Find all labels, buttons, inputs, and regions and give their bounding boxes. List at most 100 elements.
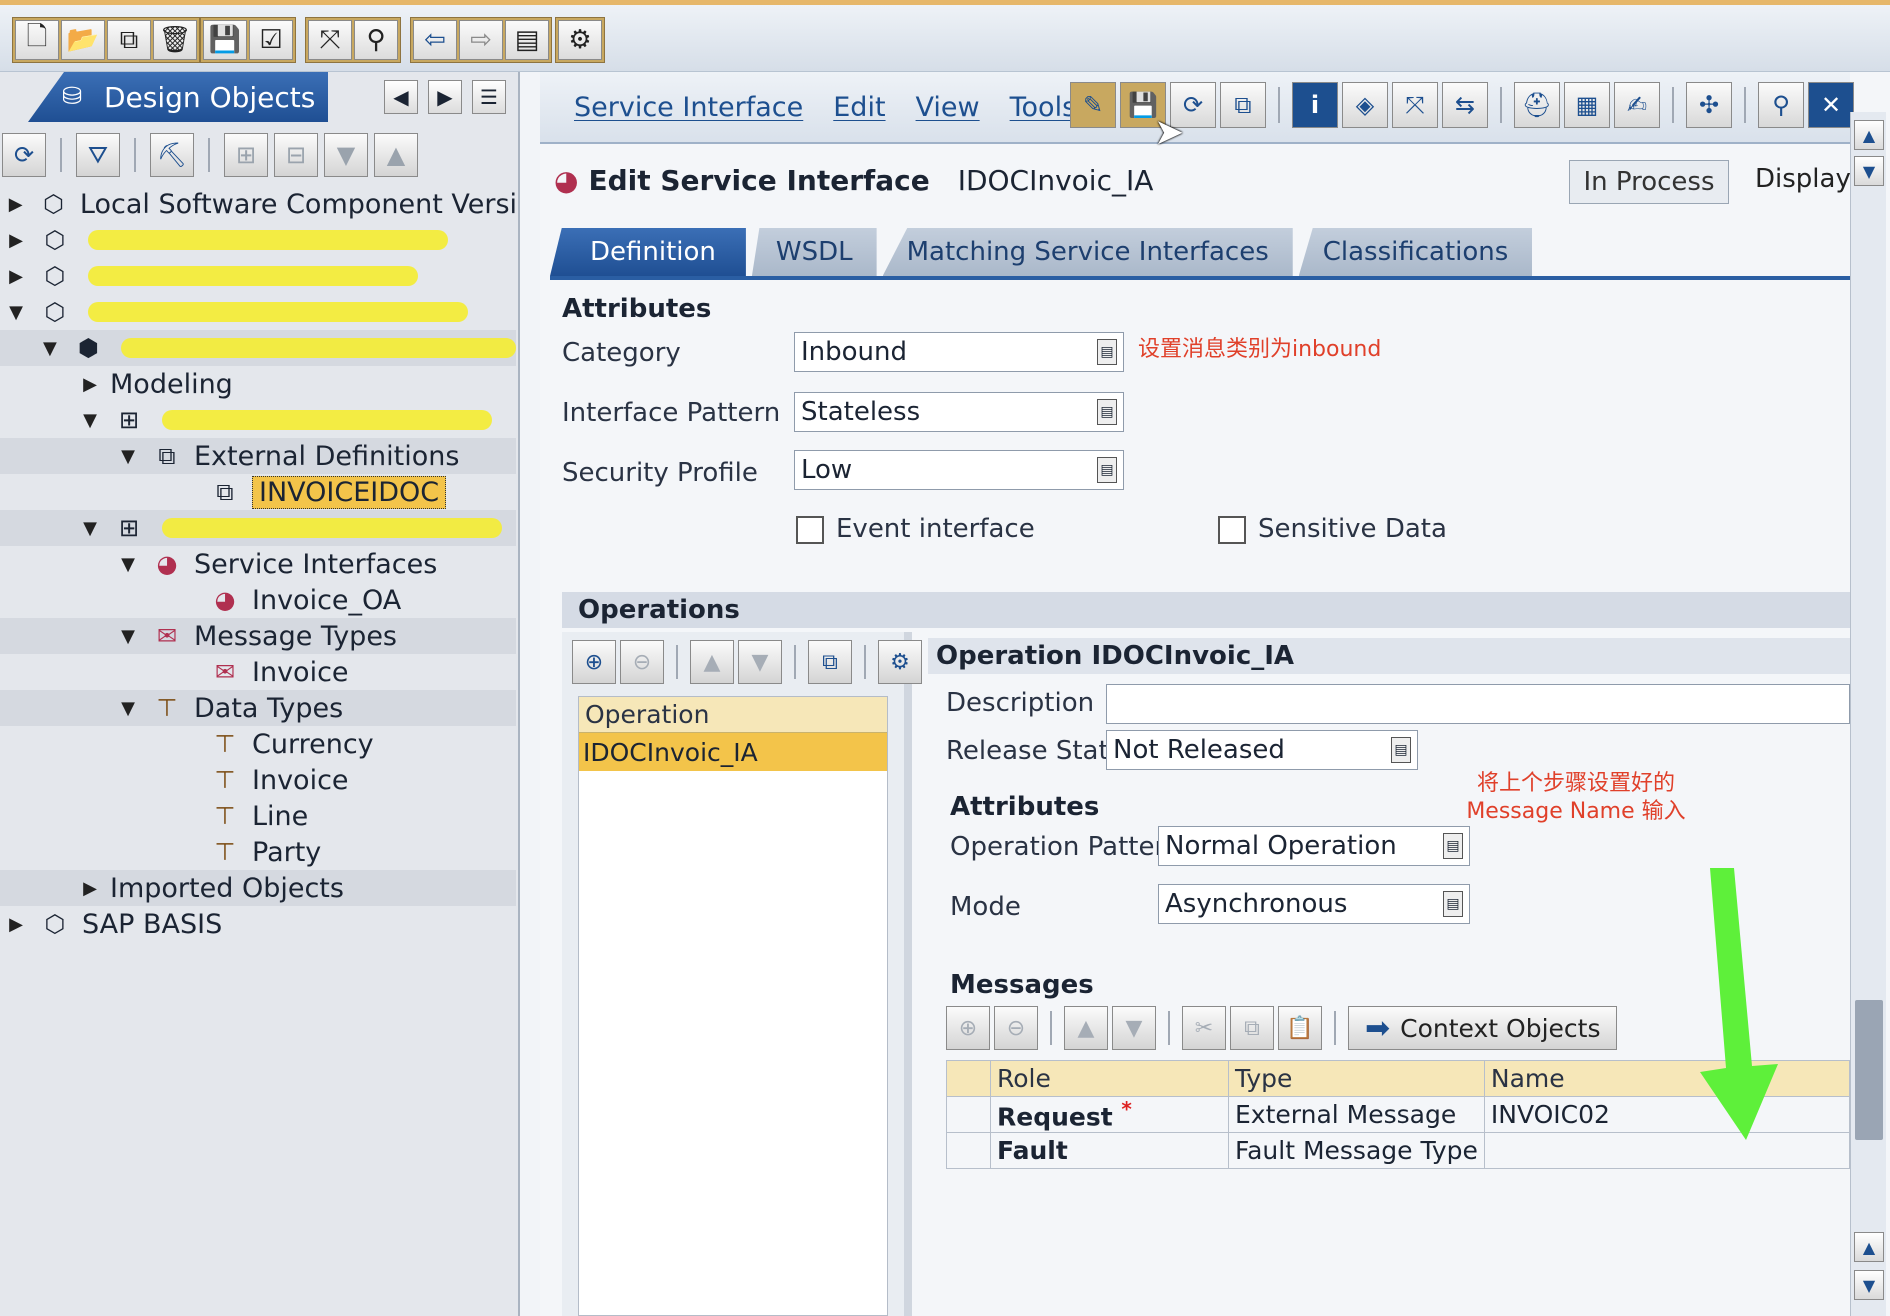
operation-settings-icon[interactable]: ⚙ <box>878 640 922 684</box>
filter-icon[interactable]: ⛛ <box>76 133 120 177</box>
network-icon[interactable]: ✣ <box>1686 82 1732 128</box>
compare-icon[interactable]: ⇆ <box>1442 82 1488 128</box>
find-binoculars-icon[interactable]: ⛏ <box>150 133 194 177</box>
expanded-arrow-icon[interactable]: ▼ <box>40 338 60 359</box>
sensitive-data-checkbox[interactable] <box>1218 516 1246 544</box>
collapsed-arrow-icon[interactable]: ▶ <box>6 194 25 215</box>
tree-item[interactable]: ▼ ⊞ <box>0 402 516 438</box>
scroll-up-bottom-icon[interactable]: ▲ <box>1854 1232 1884 1262</box>
menu-edit[interactable]: Edit <box>833 92 885 123</box>
tab-classifications[interactable]: Classifications <box>1298 228 1533 276</box>
tree-item[interactable]: ⊤ Invoice <box>0 762 516 798</box>
move-down-icon[interactable]: ▼ <box>324 133 368 177</box>
forward-arrow-icon[interactable]: ⇨ <box>459 20 503 60</box>
delete-icon[interactable]: 🗑 <box>153 20 197 60</box>
name-cell[interactable] <box>1483 1132 1851 1169</box>
tree-item[interactable]: ▶ ⬡ Local Software Component Versio <box>0 186 516 222</box>
delete-row-icon[interactable]: ⊖ <box>620 640 664 684</box>
security-profile-select[interactable]: Low ▤ <box>794 450 1124 490</box>
activate-icon[interactable]: ⛑ <box>1514 82 1560 128</box>
mode-select[interactable]: Asynchronous ▤ <box>1158 884 1470 924</box>
expand-all-icon[interactable]: ⊞ <box>224 133 268 177</box>
menu-view[interactable]: View <box>916 92 980 123</box>
tree-item[interactable]: ▶ ⬡ SAP BASIS <box>0 906 516 942</box>
tree-item[interactable]: ▼ ⬡ <box>0 294 516 330</box>
table-icon[interactable]: ▦ <box>1564 82 1610 128</box>
expanded-arrow-icon[interactable]: ▼ <box>6 302 26 323</box>
info-icon[interactable]: i <box>1292 82 1338 128</box>
dropdown-icon[interactable]: ▤ <box>1097 399 1117 425</box>
tree-item[interactable]: ⊤ Currency <box>0 726 516 762</box>
tree-item[interactable]: ▶ ⬡ <box>0 258 516 294</box>
pin-icon[interactable]: ⚲ <box>1758 82 1804 128</box>
history-list-icon[interactable]: ▤ <box>505 20 549 60</box>
tree-item[interactable]: ▼ ◕ Service Interfaces <box>0 546 516 582</box>
tab-list-icon[interactable]: ☰ <box>472 80 506 114</box>
display-label[interactable]: Display <box>1755 164 1851 194</box>
move-up-icon[interactable]: ▲ <box>374 133 418 177</box>
tree-item[interactable]: ✉ Invoice <box>0 654 516 690</box>
edit-pencil-icon[interactable]: ✎ <box>1070 82 1116 128</box>
open-folder-icon[interactable]: 📂 <box>61 20 105 60</box>
row-selector[interactable] <box>946 1132 991 1169</box>
refresh-icon[interactable]: ⟳ <box>2 133 46 177</box>
eraser-icon[interactable]: ◈ <box>1342 82 1388 128</box>
collapse-all-icon[interactable]: ⊟ <box>274 133 318 177</box>
where-used-icon[interactable]: ⚲ <box>354 20 398 60</box>
copy-icon[interactable]: ⧉ <box>1230 1006 1274 1050</box>
interface-pattern-select[interactable]: Stateless ▤ <box>794 392 1124 432</box>
tree-item[interactable]: ▶ Imported Objects <box>0 870 516 906</box>
expanded-arrow-icon[interactable]: ▼ <box>118 446 138 467</box>
tree-item[interactable]: ▼ ⧉ External Definitions <box>0 438 516 474</box>
scroll-thumb[interactable] <box>1855 1000 1883 1140</box>
name-cell[interactable]: INVOIC02 <box>1483 1096 1851 1133</box>
context-objects-button[interactable]: ➡ Context Objects <box>1348 1006 1618 1050</box>
dropdown-icon[interactable]: ▤ <box>1097 457 1117 483</box>
menu-service-interface[interactable]: Service Interface <box>574 92 803 123</box>
right-scroll-icon[interactable]: ▶ <box>428 80 462 114</box>
collapsed-arrow-icon[interactable]: ▶ <box>6 266 26 287</box>
move-down-icon[interactable]: ▼ <box>1112 1006 1156 1050</box>
save-all-icon[interactable]: 💾 <box>203 20 247 60</box>
tab-matching-service-interfaces[interactable]: Matching Service Interfaces <box>882 228 1293 276</box>
operation-pattern-select[interactable]: Normal Operation ▤ <box>1158 826 1470 866</box>
paste-icon[interactable]: 📋 <box>1278 1006 1322 1050</box>
check-icon[interactable]: ☑ <box>249 20 293 60</box>
add-row-icon[interactable]: ⊕ <box>572 640 616 684</box>
left-scroll-icon[interactable]: ◀ <box>384 80 418 114</box>
add-message-icon[interactable]: ⊕ <box>946 1006 990 1050</box>
back-arrow-icon[interactable]: ⇦ <box>413 20 457 60</box>
tab-wsdl[interactable]: WSDL <box>751 228 877 276</box>
release-state-select[interactable]: Not Released ▤ <box>1106 730 1418 770</box>
menu-tools[interactable]: Tools <box>1010 92 1077 123</box>
tree-item[interactable]: ▶ Modeling <box>0 366 516 402</box>
category-select[interactable]: Inbound ▤ <box>794 332 1124 372</box>
tree-item[interactable]: ▼ ⬢ <box>0 330 516 366</box>
dropdown-icon[interactable]: ▤ <box>1443 833 1463 859</box>
collapsed-arrow-icon[interactable]: ▶ <box>6 914 26 935</box>
expanded-arrow-icon[interactable]: ▼ <box>80 410 100 431</box>
type-cell[interactable]: External Message <box>1228 1096 1485 1133</box>
operation-row[interactable]: IDOCInvoic_IA <box>579 733 887 771</box>
tree-item[interactable]: ⧉ INVOICEIDOC <box>0 474 516 510</box>
copy-object-icon[interactable]: ⧉ <box>107 20 151 60</box>
tree-item[interactable]: ▼ ⊞ <box>0 510 516 546</box>
collapsed-arrow-icon[interactable]: ▶ <box>80 374 100 395</box>
navigate-icon[interactable]: ⤧ <box>308 20 352 60</box>
new-object-icon[interactable]: 🗋 <box>15 20 59 60</box>
type-cell[interactable]: Fault Message Type <box>1228 1132 1485 1169</box>
cut-icon[interactable]: ✂ <box>1182 1006 1226 1050</box>
expanded-arrow-icon[interactable]: ▼ <box>80 518 100 539</box>
move-up-icon[interactable]: ▲ <box>690 640 734 684</box>
event-interface-checkbox[interactable] <box>796 516 824 544</box>
tree-item[interactable]: ▼ ⊤ Data Types <box>0 690 516 726</box>
script-icon[interactable]: ✍ <box>1614 82 1660 128</box>
tree-item[interactable]: ⊤ Line <box>0 798 516 834</box>
vertical-scrollbar[interactable]: ▲ ▼ ▲ ▼ <box>1850 112 1886 1316</box>
dropdown-icon[interactable]: ▤ <box>1097 339 1117 365</box>
row-selector[interactable] <box>946 1096 991 1133</box>
expanded-arrow-icon[interactable]: ▼ <box>118 626 138 647</box>
tree-item[interactable]: ◕ Invoice_OA <box>0 582 516 618</box>
tab-definition[interactable]: Definition <box>550 228 746 276</box>
collapsed-arrow-icon[interactable]: ▶ <box>80 878 100 899</box>
